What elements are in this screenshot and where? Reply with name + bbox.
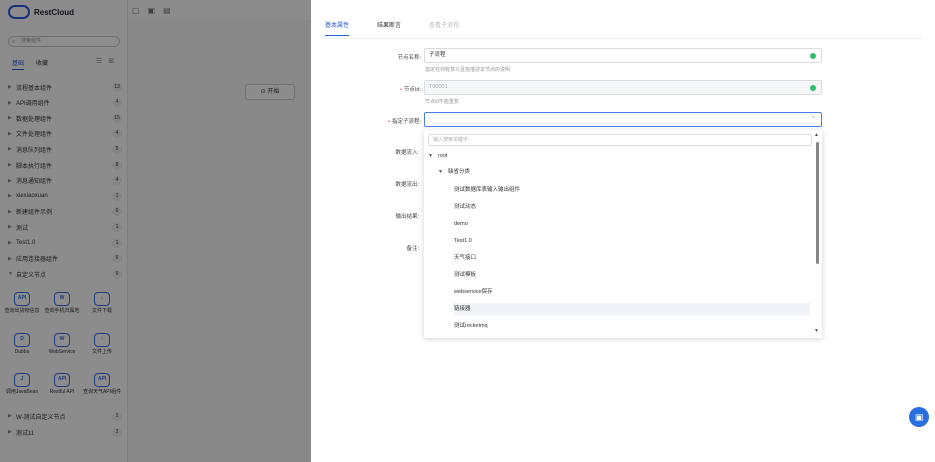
- sub-process-dropdown: 输入搜索关键字 ▼ root ▼ 缺省分类 测试数据库表输入输出组件 测试动态 demo…: [424, 130, 822, 338]
- node-name-label: 节点名称:: [397, 55, 421, 61]
- data-out-label: 数据流出:: [395, 182, 419, 188]
- chevron-up-icon: ^: [812, 116, 815, 122]
- tree-leaf-item[interactable]: 测试动态: [454, 201, 476, 213]
- node-id-value: T00001: [429, 84, 448, 90]
- output-label: 输出结果:: [395, 214, 419, 220]
- tree-node-default-category[interactable]: ▼ 缺省分类: [438, 166, 470, 178]
- node-id-help: 节点id不能重复: [425, 99, 459, 105]
- scrollbar-thumb[interactable]: [816, 142, 819, 264]
- tree-leaf-item[interactable]: demo: [454, 218, 468, 230]
- node-id-input: T00001: [424, 80, 822, 95]
- tree-leaf-item[interactable]: Test1.0: [454, 235, 472, 247]
- remark-label: 备注:: [406, 246, 419, 252]
- scroll-down-icon[interactable]: ▼: [814, 328, 819, 334]
- tree-leaf-item[interactable]: webservice保存: [454, 286, 493, 298]
- tree-node-root[interactable]: ▼ root: [428, 150, 447, 162]
- data-in-label: 数据流入:: [395, 150, 419, 156]
- scroll-up-icon[interactable]: ▲: [814, 132, 819, 138]
- tree-leaf-item[interactable]: 测试数据库表输入输出组件: [454, 184, 520, 196]
- node-name-help: 指定任何有意义且能描述本节点的说明: [425, 67, 511, 73]
- drawer-tabs: 基本属性 结果断言 查看子流程: [325, 20, 459, 36]
- tab-view-subprocess: 查看子流程: [429, 23, 460, 29]
- floating-help-button[interactable]: ▣: [909, 407, 929, 427]
- valid-check-icon: [810, 85, 816, 91]
- tree-leaf-item[interactable]: 测试模板: [454, 269, 476, 281]
- tab-divider: [325, 38, 923, 39]
- tree-leaf-item[interactable]: 天气接口: [454, 252, 476, 264]
- tab-basic-properties[interactable]: 基本属性: [325, 20, 350, 36]
- caret-down-icon: ▼: [438, 169, 443, 175]
- tree-leaf-item[interactable]: 链接器: [454, 303, 471, 315]
- valid-check-icon: [810, 53, 816, 59]
- node-id-label: • 节点Id:: [399, 87, 421, 93]
- sub-process-label: • 指定子流程:: [388, 119, 421, 125]
- sub-process-select[interactable]: ^: [424, 112, 822, 127]
- node-properties-drawer: 基本属性 结果断言 查看子流程 节点名称: 子流程 指定任何有意义且能描述本节点…: [311, 0, 935, 462]
- hover-highlight: [454, 303, 810, 315]
- tab-result-assertion[interactable]: 结果断言: [377, 20, 401, 36]
- tree-leaf-item[interactable]: 测试rocketmq: [454, 320, 488, 332]
- node-name-value: 子流程: [429, 52, 446, 58]
- dropdown-search-input[interactable]: 输入搜索关键字: [428, 134, 812, 146]
- node-name-input[interactable]: 子流程: [424, 48, 822, 63]
- caret-down-icon: ▼: [428, 153, 433, 159]
